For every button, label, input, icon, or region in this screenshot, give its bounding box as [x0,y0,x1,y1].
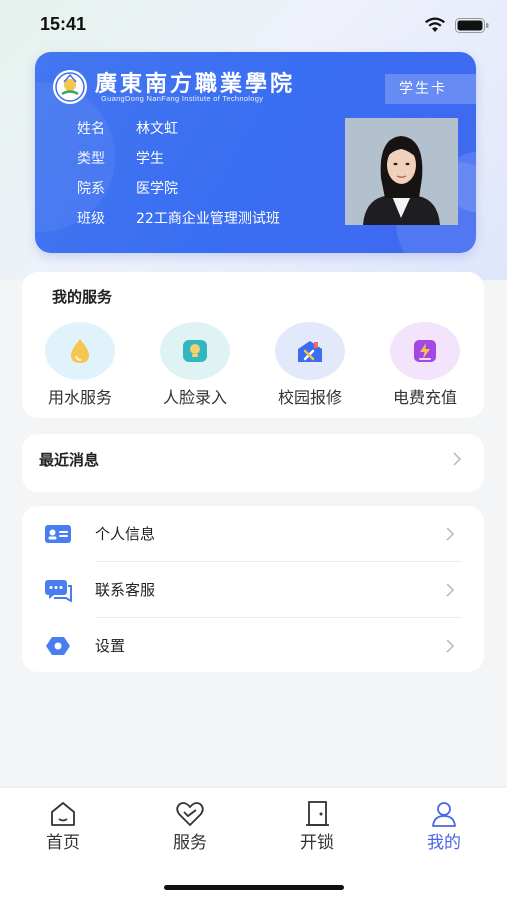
tab-home[interactable]: 首页 [0,788,126,858]
water-drop-icon [71,339,89,363]
menu-item-personal-info[interactable]: 个人信息 [22,506,484,562]
chevron-right-icon [446,639,455,653]
student-photo [345,118,458,225]
id-card-icon [45,525,71,543]
service-label: 人脸录入 [162,388,227,407]
tab-unlock[interactable]: 开锁 [254,788,380,858]
student-card[interactable]: 廣東南方職業學院 GuangDong NanFang Institute of … [35,52,476,253]
tab-services[interactable]: 服务 [127,788,253,858]
home-indicator [164,885,344,890]
tab-label: 首页 [46,833,80,853]
tab-label: 服务 [173,833,207,853]
settings-icon [46,637,70,655]
chevron-right-icon [446,527,455,541]
student-card-badge: 学生卡 [385,74,476,104]
info-label: 院系 [77,181,105,197]
info-value: 学生 [136,151,164,167]
services-title: 我的服务 [52,288,113,306]
tab-bar: 首页 服务 开锁 我的 [0,787,507,900]
profile-menu: 个人信息 联系客服 设置 [22,506,484,672]
service-label: 校园报修 [277,388,342,407]
recent-messages-title: 最近消息 [39,451,100,469]
service-label: 用水服务 [47,388,112,407]
status-time: 15:41 [40,14,87,34]
menu-label: 联系客服 [95,581,156,599]
status-bar: 15:41 [0,0,507,50]
menu-item-settings[interactable]: 设置 [22,618,484,674]
chevron-right-icon [453,452,462,466]
services-panel: 我的服务 用水服务 人脸录入 校园报修 电费充值 [22,272,484,418]
face-entry-icon [183,340,207,362]
service-campus-repair[interactable]: 校园报修 [260,322,360,412]
electric-recharge-icon [414,340,436,362]
recent-messages-row[interactable]: 最近消息 [22,434,484,492]
chat-icon [45,580,72,602]
service-face-entry[interactable]: 人脸录入 [145,322,245,412]
school-name-english: GuangDong NanFang Institute of Technolog… [101,94,264,103]
service-water[interactable]: 用水服务 [30,322,130,412]
repair-icon [298,341,322,362]
tab-mine[interactable]: 我的 [381,788,507,858]
school-logo-icon [53,70,87,104]
menu-label: 个人信息 [95,525,156,543]
info-value: 林文虹 [136,121,178,137]
info-label: 类型 [77,151,105,167]
battery-icon [455,18,489,33]
menu-item-customer-service[interactable]: 联系客服 [22,562,484,618]
home-icon [51,802,75,826]
service-label: 电费充值 [392,388,457,407]
info-value: 22工商企业管理测试班 [136,211,280,227]
wifi-icon [425,17,445,32]
service-electric-recharge[interactable]: 电费充值 [375,322,475,412]
info-label: 姓名 [77,121,105,137]
menu-label: 设置 [95,637,126,655]
tab-label: 开锁 [300,833,334,853]
door-icon [306,801,329,826]
chevron-right-icon [446,583,455,597]
info-label: 班级 [77,211,105,227]
heart-service-icon [176,802,204,826]
info-value: 医学院 [136,181,178,197]
user-icon [432,802,456,827]
tab-label: 我的 [427,833,461,853]
